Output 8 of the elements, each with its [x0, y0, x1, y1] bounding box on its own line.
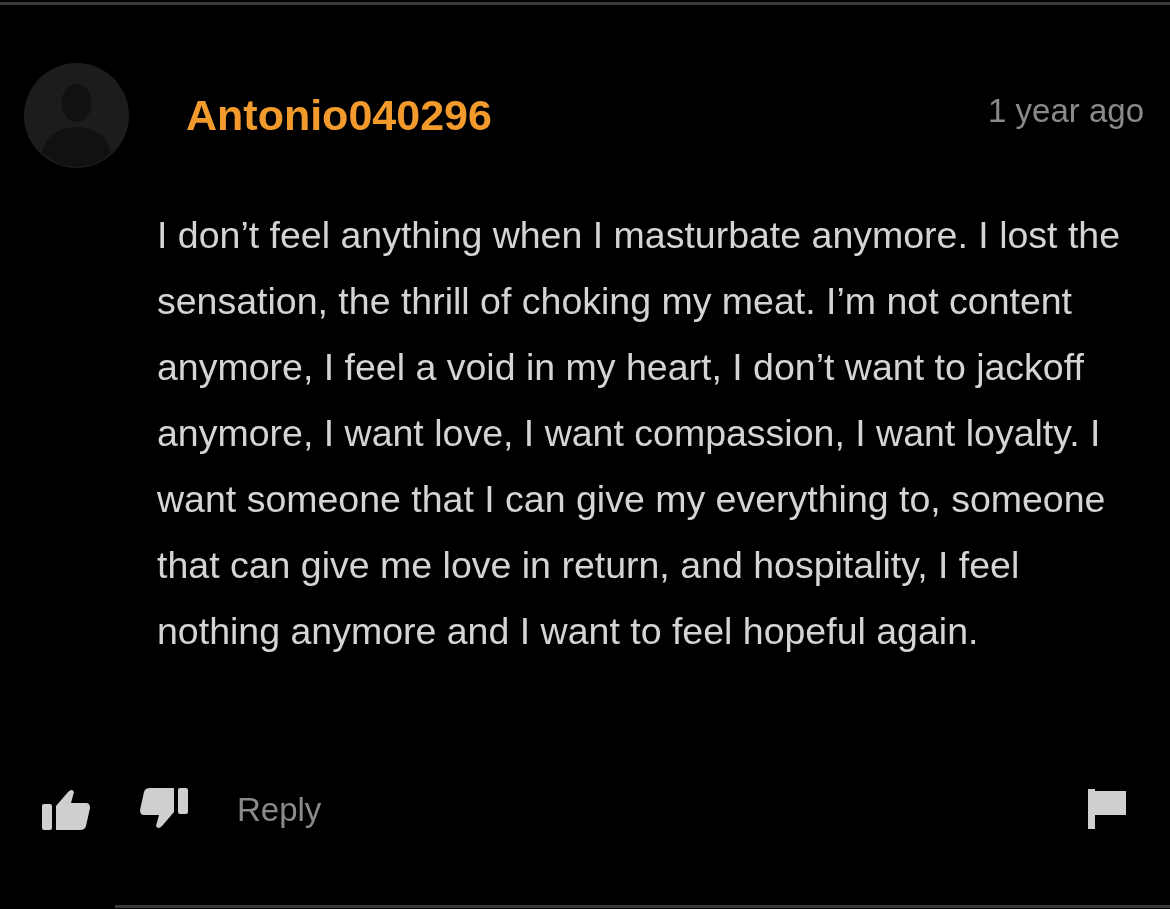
username[interactable]: Antonio040296: [186, 94, 492, 137]
avatar-icon: [24, 63, 129, 168]
reply-link[interactable]: Reply: [237, 792, 322, 826]
flag-icon[interactable]: [1088, 789, 1126, 829]
thumbs-down-icon[interactable]: [138, 788, 188, 830]
thumbs-up-icon[interactable]: [42, 788, 90, 830]
comment-time: 1 year ago: [988, 94, 1144, 127]
comment-text: I don’t feel anything when I masturbate anymore. I lost the sensation, the thrill of choking my meat. I’m not content anymore, I feel a void in my heart, I don’t want to jackoff anymore, I want love, I want compassion, I want loyalty. I want someone that I can give my everything to, someone that can give me love in return, and hospitality, I feel nothing anymore and I want to feel hopeful again.: [157, 213, 1122, 654]
